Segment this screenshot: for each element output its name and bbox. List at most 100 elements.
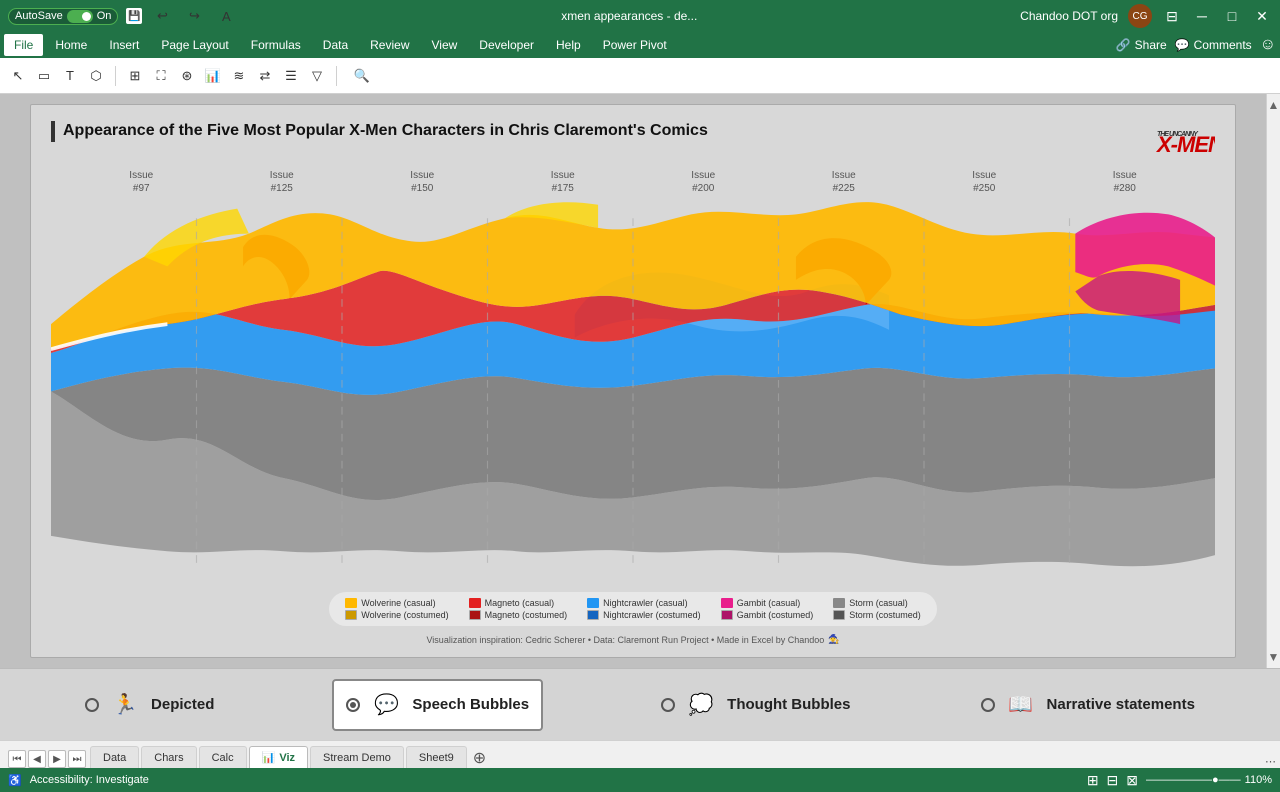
zoom-slider[interactable]: ——————●—— (1146, 774, 1241, 786)
radio-speech-bubbles[interactable] (346, 698, 360, 712)
tab-review[interactable]: Review (360, 34, 419, 56)
filter-icon[interactable]: ☰ (279, 64, 303, 88)
user-avatar[interactable]: CG (1128, 4, 1152, 28)
fullscreen-icon[interactable]: ⛶ (149, 64, 173, 88)
cursor-icon[interactable]: ↖ (6, 64, 30, 88)
svg-text:THE UNCANNY: THE UNCANNY (1157, 131, 1199, 138)
chart-icon[interactable]: 📊 (201, 64, 225, 88)
share-button[interactable]: 🔗 Share (1116, 38, 1167, 52)
textbox-icon[interactable]: T (58, 64, 82, 88)
rectangle-icon[interactable]: ▭ (32, 64, 56, 88)
toolbar: ↖ ▭ T ⬡ ⊞ ⛶ ⊛ 📊 ≋ ⇄ ☰ ▽ 🔍 (0, 58, 1280, 94)
add-sheet-button[interactable]: ⊕ (473, 748, 486, 768)
sheet-content: Appearance of the Five Most Popular X-Me… (0, 94, 1266, 668)
radio-depicted[interactable] (85, 698, 99, 712)
accessibility-status: Accessibility: Investigate (30, 774, 149, 786)
autosave-toggle[interactable] (67, 10, 93, 23)
link-icon[interactable]: ⇄ (253, 64, 277, 88)
accessibility-icon: ♿ (8, 774, 22, 787)
legend-nightcrawler-casual-color (587, 598, 599, 608)
legend-magneto: Magneto (casual) Magneto (costumed) (469, 598, 568, 620)
autosave-badge[interactable]: AutoSave On (8, 8, 118, 25)
sheet-tab-data[interactable]: Data (90, 746, 139, 768)
page-break-view-icon[interactable]: ⊠ (1126, 772, 1138, 789)
status-bar: ♿ Accessibility: Investigate ⊞ ⊟ ⊠ —————… (0, 768, 1280, 792)
undo-icon[interactable]: ↩ (150, 4, 174, 28)
tab-formulas[interactable]: Formulas (241, 34, 311, 56)
annotation-thought-bubbles[interactable]: 💭 Thought Bubbles (649, 681, 862, 729)
issue-label-150: Issue#150 (410, 169, 434, 195)
chart-title: Appearance of the Five Most Popular X-Me… (51, 121, 708, 142)
grid-icon[interactable]: ⊞ (123, 64, 147, 88)
tab-data[interactable]: Data (313, 34, 358, 56)
narrative-icon: 📖 (1003, 687, 1039, 723)
pivot-icon[interactable]: ⊛ (175, 64, 199, 88)
redo-icon[interactable]: ↪ (182, 4, 206, 28)
legend-wolverine-casual-label: Wolverine (casual) (361, 598, 435, 608)
chart-footer: Visualization inspiration: Cedric Schere… (51, 634, 1215, 645)
tab-page-layout[interactable]: Page Layout (151, 34, 238, 56)
thought-bubbles-icon: 💭 (683, 687, 719, 723)
sheet-tab-viz[interactable]: 📊Viz (249, 746, 308, 768)
tab-developer[interactable]: Developer (469, 34, 544, 56)
legend-storm-casual-color (833, 598, 845, 608)
funnel-icon[interactable]: ▽ (305, 64, 329, 88)
annotation-narrative[interactable]: 📖 Narrative statements (969, 681, 1207, 729)
tab-view[interactable]: View (422, 34, 468, 56)
scroll-down-icon[interactable]: ▼ (1268, 650, 1280, 664)
issue-label-280: Issue#280 (1113, 169, 1137, 195)
autosave-label: AutoSave (15, 10, 63, 22)
legend-storm-casual-label: Storm (casual) (849, 598, 908, 608)
data-icon[interactable]: ≋ (227, 64, 251, 88)
legend-gambit: Gambit (casual) Gambit (costumed) (721, 598, 814, 620)
issue-label-225: Issue#225 (832, 169, 856, 195)
tab-prev-button[interactable]: ◀ (28, 750, 46, 768)
minimize-button[interactable]: ─ (1192, 6, 1212, 26)
annotation-thought-label: Thought Bubbles (727, 696, 850, 713)
radio-thought-bubbles[interactable] (661, 698, 675, 712)
normal-view-icon[interactable]: ⊞ (1087, 772, 1099, 789)
issue-label-125: Issue#125 (270, 169, 294, 195)
status-left: ♿ Accessibility: Investigate (8, 774, 149, 787)
right-scrollbar[interactable]: ▲ ▼ (1266, 94, 1280, 668)
tab-insert[interactable]: Insert (99, 34, 149, 56)
font-icon[interactable]: A (214, 4, 238, 28)
chart-container[interactable]: Appearance of the Five Most Popular X-Me… (30, 104, 1236, 658)
sheet-tab-stream-demo[interactable]: Stream Demo (310, 746, 404, 768)
legend-gambit-costumed-label: Gambit (costumed) (737, 610, 814, 620)
zoom-area: ——————●—— 110% (1146, 774, 1272, 786)
title-bar-left: AutoSave On 💾 ↩ ↪ A (8, 4, 238, 28)
restore-button[interactable]: □ (1222, 6, 1242, 26)
tab-file[interactable]: File (4, 34, 43, 56)
tab-help[interactable]: Help (546, 34, 591, 56)
sheet-tab-chars[interactable]: Chars (141, 746, 196, 768)
issue-labels: Issue#97 Issue#125 Issue#150 Issue#175 I… (51, 169, 1215, 195)
tab-next-button[interactable]: ▶ (48, 750, 66, 768)
close-button[interactable]: ✕ (1252, 6, 1272, 26)
annotation-narrative-label: Narrative statements (1047, 696, 1195, 713)
autosave-state: On (97, 10, 112, 22)
annotation-speech-bubbles[interactable]: 💬 Speech Bubbles (332, 679, 543, 731)
sheet-tab-calc[interactable]: Calc (199, 746, 247, 768)
save-icon[interactable]: 💾 (126, 8, 142, 24)
radio-narrative[interactable] (981, 698, 995, 712)
shapes-icon[interactable]: ⬡ (84, 64, 108, 88)
sheet-scroll-area: ⋯ (1265, 755, 1276, 768)
taskbar-icon[interactable]: ⊟ (1162, 6, 1182, 26)
comments-button[interactable]: 💬 Comments (1175, 38, 1252, 52)
depicted-icon: 🏃 (107, 687, 143, 723)
tab-navigation: ⏮ ◀ ▶ ⏭ (4, 750, 90, 768)
page-layout-view-icon[interactable]: ⊟ (1107, 772, 1119, 789)
tab-last-button[interactable]: ⏭ (68, 750, 86, 768)
search-icon[interactable]: 🔍 (350, 64, 374, 88)
issue-label-175: Issue#175 (551, 169, 575, 195)
tab-first-button[interactable]: ⏮ (8, 750, 26, 768)
tab-home[interactable]: Home (45, 34, 97, 56)
chandoo-icon: 🧙 (828, 634, 839, 645)
scroll-up-icon[interactable]: ▲ (1268, 98, 1280, 112)
smiley-icon[interactable]: ☺ (1260, 36, 1276, 54)
toolbar-separator-2 (336, 66, 337, 86)
sheet-tab-sheet9[interactable]: Sheet9 (406, 746, 467, 768)
annotation-depicted[interactable]: 🏃 Depicted (73, 681, 226, 729)
tab-power-pivot[interactable]: Power Pivot (593, 34, 677, 56)
